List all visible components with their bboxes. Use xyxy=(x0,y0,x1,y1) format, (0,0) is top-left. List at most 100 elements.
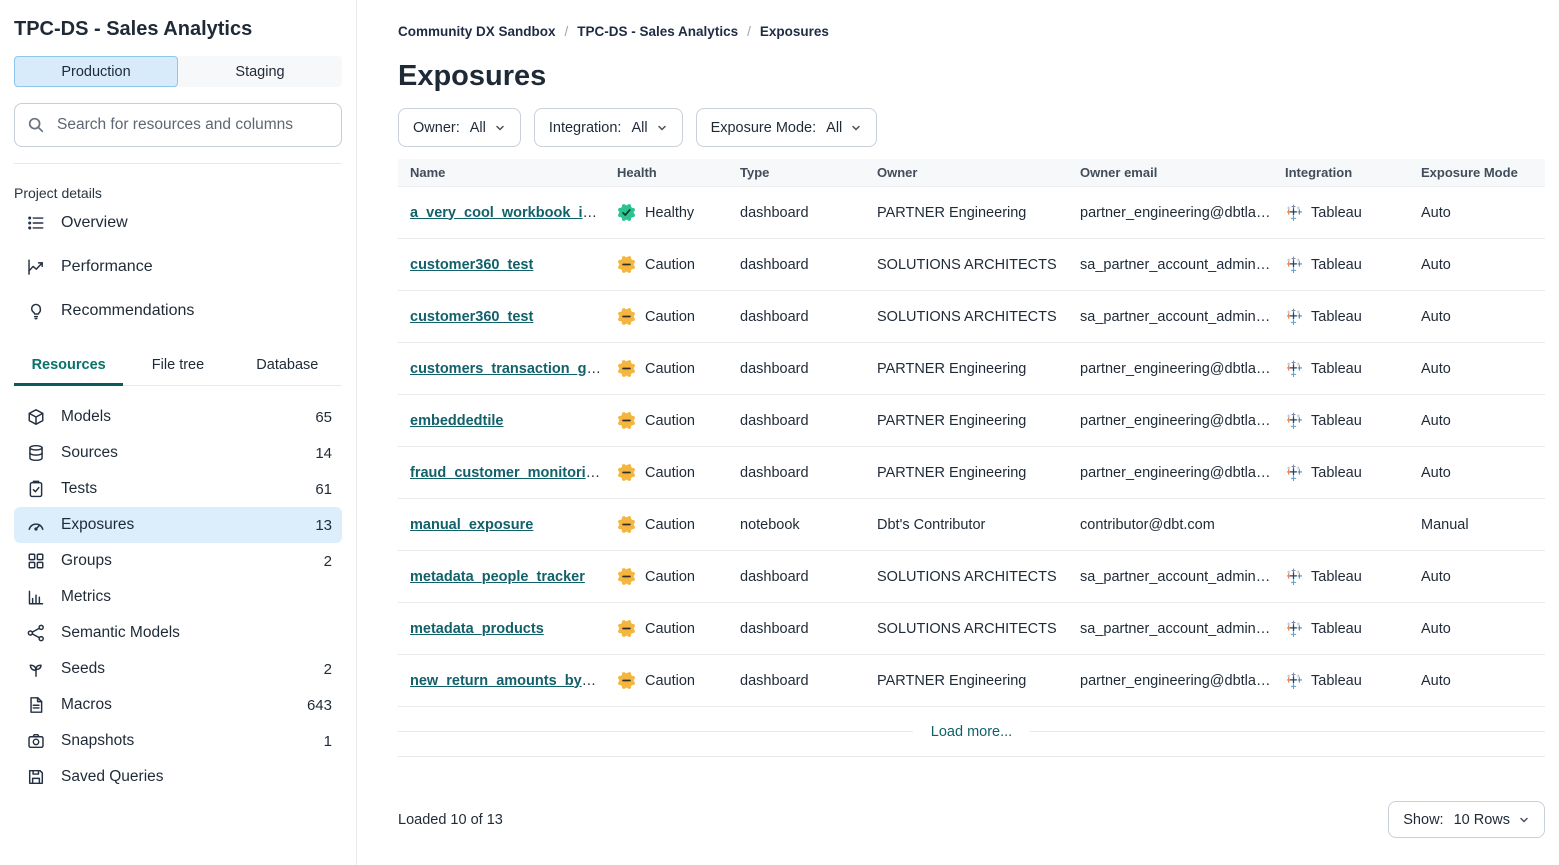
owner-email-cell: contributor@dbt.com xyxy=(1080,517,1285,533)
list-icon xyxy=(27,214,45,232)
load-more-link[interactable]: Load more... xyxy=(913,724,1030,740)
exposure-mode-cell: Manual xyxy=(1421,517,1545,533)
health-caution-icon xyxy=(617,567,636,586)
bar-chart-icon xyxy=(27,588,45,606)
type-cell: dashboard xyxy=(740,621,877,637)
database-icon xyxy=(27,444,45,462)
health-label: Caution xyxy=(645,465,695,481)
sidebar: TPC-DS - Sales Analytics Production Stag… xyxy=(0,0,357,865)
owner-cell: PARTNER Engineering xyxy=(877,413,1080,429)
exposure-name-link[interactable]: fraud_customer_monitoring xyxy=(410,465,603,481)
sidebar-item-models[interactable]: Models 65 xyxy=(14,399,342,435)
integration-cell: Tableau xyxy=(1285,464,1421,481)
tableau-icon xyxy=(1285,620,1302,637)
integration-label: Tableau xyxy=(1311,361,1362,377)
integration-label: Tableau xyxy=(1311,465,1362,481)
production-tab[interactable]: Production xyxy=(14,56,178,87)
sidebar-item-groups[interactable]: Groups 2 xyxy=(14,543,342,579)
integration-label: Tableau xyxy=(1311,621,1362,637)
breadcrumb-exposures[interactable]: Exposures xyxy=(760,24,829,39)
breadcrumb-tpc-ds-sales-analytics[interactable]: TPC-DS - Sales Analytics xyxy=(577,24,738,39)
resource-count: 643 xyxy=(307,697,332,714)
resource-list: Models 65 Sources 14 Tests 61 Exposures … xyxy=(14,399,342,795)
filter-owner[interactable]: Owner: All xyxy=(398,108,521,147)
health-label: Caution xyxy=(645,673,695,689)
sidebar-item-overview[interactable]: Overview xyxy=(14,201,342,245)
resource-count: 65 xyxy=(315,409,332,426)
sidebar-item-tests[interactable]: Tests 61 xyxy=(14,471,342,507)
file-text-icon xyxy=(27,696,45,714)
exposure-mode-cell: Auto xyxy=(1421,621,1545,637)
sidebar-item-performance[interactable]: Performance xyxy=(14,245,342,289)
footer-bar: Loaded 10 of 13 Show: 10 Rows xyxy=(398,801,1545,838)
sidebar-item-metrics[interactable]: Metrics xyxy=(14,579,342,615)
tab-file-tree[interactable]: File tree xyxy=(123,347,232,385)
integration-label: Tableau xyxy=(1311,309,1362,325)
integration-label: Tableau xyxy=(1311,413,1362,429)
sidebar-item-seeds[interactable]: Seeds 2 xyxy=(14,651,342,687)
exposure-mode-cell: Auto xyxy=(1421,205,1545,221)
exposure-name-link[interactable]: metadata_people_tracker xyxy=(410,569,585,585)
search-input[interactable] xyxy=(55,115,329,135)
breadcrumb-community-dx-sandbox[interactable]: Community DX Sandbox xyxy=(398,24,556,39)
health-label: Healthy xyxy=(645,205,694,221)
integration-cell: Tableau xyxy=(1285,672,1421,689)
resource-label: Snapshots xyxy=(61,732,324,750)
health-label: Caution xyxy=(645,569,695,585)
health-cell: Caution xyxy=(617,255,740,274)
sidebar-item-snapshots[interactable]: Snapshots 1 xyxy=(14,723,342,759)
resource-count: 1 xyxy=(324,733,332,750)
loaded-count-label: Loaded 10 of 13 xyxy=(398,812,503,828)
exposure-mode-cell: Auto xyxy=(1421,673,1545,689)
health-cell: Caution xyxy=(617,359,740,378)
exposure-name-link[interactable]: customers_transaction_gro… xyxy=(410,361,615,377)
exposure-name-link[interactable]: manual_exposure xyxy=(410,517,533,533)
owner-cell: SOLUTIONS ARCHITECTS xyxy=(877,569,1080,585)
health-caution-icon xyxy=(617,463,636,482)
app: TPC-DS - Sales Analytics Production Stag… xyxy=(0,0,1559,865)
owner-email-cell: partner_engineering@dbtla… xyxy=(1080,205,1285,221)
exposure-name-link[interactable]: new_return_amounts_by_t… xyxy=(410,673,609,689)
health-caution-icon xyxy=(617,255,636,274)
search-box xyxy=(14,103,342,147)
show-rows-select[interactable]: Show: 10 Rows xyxy=(1388,801,1545,838)
project-nav: Overview Performance Recommendations xyxy=(14,201,342,333)
exposure-name-link[interactable]: customer360_test xyxy=(410,257,533,273)
filter-exposure-mode[interactable]: Exposure Mode: All xyxy=(696,108,878,147)
exposure-name-link[interactable]: embeddedtile xyxy=(410,413,503,429)
integration-cell: Tableau xyxy=(1285,204,1421,221)
table-row: manual_exposure Caution notebook Dbt's C… xyxy=(398,499,1545,551)
show-value: 10 Rows xyxy=(1454,812,1510,828)
exposure-name-link[interactable]: a_very_cool_workbook_i_… xyxy=(410,205,605,221)
staging-tab[interactable]: Staging xyxy=(178,56,342,87)
health-caution-icon xyxy=(617,515,636,534)
table-row: customers_transaction_gro… Caution dashb… xyxy=(398,343,1545,395)
exposure-name-link[interactable]: customer360_test xyxy=(410,309,533,325)
sidebar-item-saved-queries[interactable]: Saved Queries xyxy=(14,759,342,795)
exposure-name-link[interactable]: metadata_products xyxy=(410,621,544,637)
health-cell: Caution xyxy=(617,671,740,690)
health-caution-icon xyxy=(617,411,636,430)
sidebar-item-exposures[interactable]: Exposures 13 xyxy=(14,507,342,543)
health-cell: Caution xyxy=(617,567,740,586)
tab-database[interactable]: Database xyxy=(233,347,342,385)
integration-cell: Tableau xyxy=(1285,568,1421,585)
integration-label: Tableau xyxy=(1311,569,1362,585)
type-cell: dashboard xyxy=(740,309,877,325)
nav-item-label: Recommendations xyxy=(61,302,194,320)
sidebar-item-sources[interactable]: Sources 14 xyxy=(14,435,342,471)
tableau-icon xyxy=(1285,464,1302,481)
filter-label: Owner: xyxy=(413,120,460,136)
resource-label: Models xyxy=(61,408,315,426)
sidebar-item-macros[interactable]: Macros 643 xyxy=(14,687,342,723)
sidebar-item-semantic-models[interactable]: Semantic Models xyxy=(14,615,342,651)
filter-integration[interactable]: Integration: All xyxy=(534,108,683,147)
show-label: Show: xyxy=(1403,812,1443,828)
resource-label: Metrics xyxy=(61,588,332,606)
integration-cell: Tableau xyxy=(1285,308,1421,325)
tableau-icon xyxy=(1285,256,1302,273)
sidebar-item-recommendations[interactable]: Recommendations xyxy=(14,289,342,333)
chevron-down-icon xyxy=(850,122,862,134)
tab-resources[interactable]: Resources xyxy=(14,347,123,385)
environment-toggle: Production Staging xyxy=(14,56,342,87)
